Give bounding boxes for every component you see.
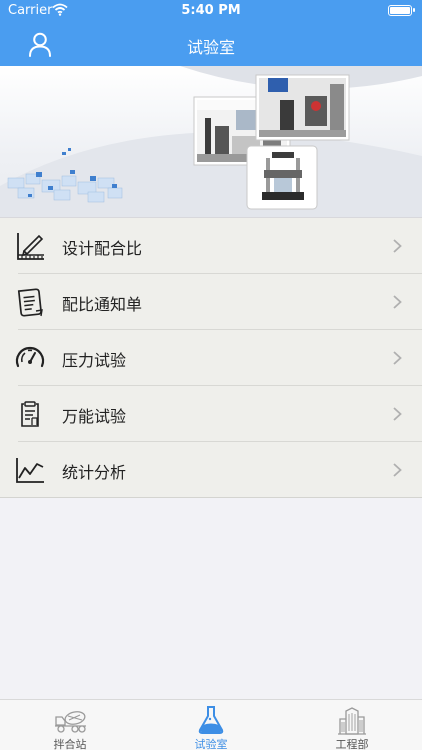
- chevron-right-icon: [393, 351, 402, 365]
- menu-item-label: 统计分析: [62, 463, 127, 482]
- tab-laboratory[interactable]: 试验室: [141, 700, 281, 750]
- menu-item-label: 设计配合比: [62, 239, 143, 258]
- design-ruler-icon: [17, 233, 44, 260]
- page-title: 试验室: [186, 38, 235, 57]
- pressure-gauge-icon: [15, 346, 45, 368]
- status-time: 5:40 PM: [181, 3, 241, 18]
- menu-item-label: 配比通知单: [62, 295, 143, 314]
- lab-menu-list: 设计配合比 配比通知单 压力试验 万能试验 统计分析: [0, 218, 422, 498]
- status-bar: Carrier 5:40 PM: [0, 0, 422, 22]
- chevron-right-icon: [393, 463, 402, 477]
- battery-icon: [388, 5, 415, 16]
- lab-banner-image: [0, 66, 422, 218]
- menu-item-design-mix[interactable]: 设计配合比: [0, 218, 422, 274]
- menu-item-universal-test[interactable]: 万能试验: [0, 386, 422, 442]
- notice-document-icon: [17, 288, 43, 317]
- tab-label: 工程部: [335, 738, 369, 750]
- universal-test-icon: [21, 401, 39, 427]
- banner-illustration: [0, 66, 422, 217]
- chevron-right-icon: [393, 239, 402, 253]
- menu-item-label: 万能试验: [62, 407, 127, 426]
- chevron-right-icon: [393, 407, 402, 421]
- tab-label: 拌合站: [53, 738, 87, 750]
- navigation-bar: 试验室: [0, 22, 422, 66]
- menu-item-pressure-test[interactable]: 压力试验: [0, 330, 422, 386]
- tab-label: 试验室: [194, 738, 228, 750]
- menu-item-statistics[interactable]: 统计分析: [0, 442, 422, 498]
- lab-flask-icon: [198, 706, 224, 734]
- tab-engineering-department[interactable]: 工程部: [282, 700, 422, 750]
- tab-mixing-station[interactable]: 拌合站: [0, 700, 140, 750]
- menu-item-mix-notice[interactable]: 配比通知单: [0, 274, 422, 330]
- mixer-truck-icon: [55, 711, 86, 733]
- line-chart-icon: [16, 458, 44, 483]
- tab-bar: 拌合站 试验室 工程部: [0, 699, 422, 750]
- menu-item-label: 压力试验: [62, 351, 127, 370]
- building-icon: [338, 707, 366, 735]
- chevron-right-icon: [393, 295, 402, 309]
